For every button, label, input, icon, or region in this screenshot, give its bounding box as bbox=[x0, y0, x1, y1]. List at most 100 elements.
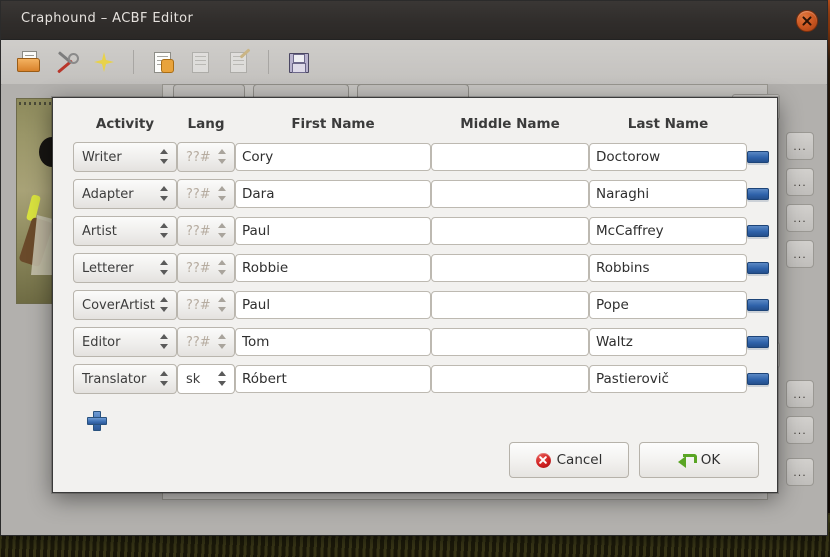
browse-button-1[interactable]: ... bbox=[786, 132, 814, 160]
table-row: Writer ??# bbox=[73, 142, 769, 179]
lang-select[interactable]: ??# bbox=[177, 216, 235, 246]
activity-select[interactable]: Artist bbox=[73, 216, 177, 246]
last-name-input[interactable] bbox=[589, 291, 747, 319]
chevron-updown-icon[interactable] bbox=[218, 223, 227, 241]
middle-name-input[interactable] bbox=[431, 143, 589, 171]
cell-middle-name bbox=[431, 253, 589, 290]
first-name-input[interactable] bbox=[235, 291, 431, 319]
first-name-input[interactable] bbox=[235, 143, 431, 171]
activity-select-value: Translator bbox=[82, 371, 147, 387]
last-name-input[interactable] bbox=[589, 365, 747, 393]
activity-select[interactable]: Letterer bbox=[73, 253, 177, 283]
browse-button-6[interactable]: ... bbox=[786, 416, 814, 444]
activity-select[interactable]: Translator bbox=[73, 364, 177, 394]
table-row: Adapter ??# bbox=[73, 179, 769, 216]
main-toolbar bbox=[1, 40, 827, 85]
cell-activity: Letterer bbox=[73, 253, 177, 290]
tools-icon[interactable] bbox=[51, 47, 81, 77]
browse-button-7[interactable]: ... bbox=[786, 458, 814, 486]
browse-button-3[interactable]: ... bbox=[786, 204, 814, 232]
chevron-updown-icon[interactable] bbox=[160, 260, 169, 278]
cell-middle-name bbox=[431, 364, 589, 401]
activity-select[interactable]: Editor bbox=[73, 327, 177, 357]
lang-select[interactable]: ??# bbox=[177, 290, 235, 320]
first-name-input[interactable] bbox=[235, 254, 431, 282]
open-folder-icon[interactable] bbox=[13, 47, 43, 77]
cell-remove bbox=[747, 253, 769, 290]
page-hand-icon[interactable] bbox=[148, 47, 178, 77]
chevron-updown-icon[interactable] bbox=[160, 149, 169, 167]
close-icon[interactable] bbox=[796, 10, 818, 32]
middle-name-input[interactable] bbox=[431, 254, 589, 282]
remove-row-button[interactable] bbox=[747, 151, 769, 163]
last-name-input[interactable] bbox=[589, 328, 747, 356]
first-name-input[interactable] bbox=[235, 328, 431, 356]
remove-row-button[interactable] bbox=[747, 188, 769, 200]
chevron-updown-icon[interactable] bbox=[218, 334, 227, 352]
cell-last-name bbox=[589, 327, 747, 364]
activity-select[interactable]: CoverArtist bbox=[73, 290, 177, 320]
ok-button[interactable]: OK bbox=[639, 442, 759, 478]
cell-first-name bbox=[235, 179, 431, 216]
chevron-updown-icon[interactable] bbox=[160, 334, 169, 352]
floppy-save-icon[interactable] bbox=[283, 47, 313, 77]
lang-select[interactable]: ??# bbox=[177, 142, 235, 172]
cell-activity: Writer bbox=[73, 142, 177, 179]
activity-select-value: Writer bbox=[82, 149, 122, 165]
middle-name-input[interactable] bbox=[431, 328, 589, 356]
middle-name-input[interactable] bbox=[431, 180, 589, 208]
authors-dialog: Activity Lang First Name Middle Name Las… bbox=[52, 97, 778, 493]
cell-remove bbox=[747, 142, 769, 179]
last-name-input[interactable] bbox=[589, 217, 747, 245]
chevron-updown-icon[interactable] bbox=[218, 149, 227, 167]
middle-name-input[interactable] bbox=[431, 291, 589, 319]
star-icon[interactable] bbox=[89, 47, 119, 77]
activity-select[interactable]: Writer bbox=[73, 142, 177, 172]
browse-button-5[interactable]: ... bbox=[786, 380, 814, 408]
cell-middle-name bbox=[431, 179, 589, 216]
cell-middle-name bbox=[431, 327, 589, 364]
chevron-updown-icon[interactable] bbox=[218, 260, 227, 278]
first-name-input[interactable] bbox=[235, 365, 431, 393]
chevron-updown-icon[interactable] bbox=[218, 186, 227, 204]
activity-select-value: Editor bbox=[82, 334, 121, 350]
first-name-input[interactable] bbox=[235, 217, 431, 245]
remove-row-button[interactable] bbox=[747, 336, 769, 348]
chevron-updown-icon[interactable] bbox=[218, 371, 227, 389]
remove-row-button[interactable] bbox=[747, 225, 769, 237]
lang-select[interactable]: ??# bbox=[177, 253, 235, 283]
ok-button-label: OK bbox=[700, 452, 721, 468]
column-header-middle-name: Middle Name bbox=[460, 116, 560, 132]
cell-first-name bbox=[235, 253, 431, 290]
cell-first-name bbox=[235, 216, 431, 253]
cell-activity: CoverArtist bbox=[73, 290, 177, 327]
lang-select-value: ??# bbox=[186, 223, 211, 239]
browse-button-4[interactable]: ... bbox=[786, 240, 814, 268]
lang-select[interactable]: ??# bbox=[177, 179, 235, 209]
chevron-updown-icon[interactable] bbox=[160, 371, 169, 389]
last-name-input[interactable] bbox=[589, 254, 747, 282]
browse-button-2[interactable]: ... bbox=[786, 168, 814, 196]
cancel-button[interactable]: Cancel bbox=[509, 442, 629, 478]
chevron-updown-icon[interactable] bbox=[218, 297, 227, 315]
cell-last-name bbox=[589, 142, 747, 179]
chevron-updown-icon[interactable] bbox=[160, 223, 169, 241]
chevron-updown-icon[interactable] bbox=[160, 297, 169, 315]
last-name-input[interactable] bbox=[589, 180, 747, 208]
cell-first-name bbox=[235, 364, 431, 401]
lang-select[interactable]: ??# bbox=[177, 327, 235, 357]
remove-row-button[interactable] bbox=[747, 373, 769, 385]
cell-activity: Artist bbox=[73, 216, 177, 253]
middle-name-input[interactable] bbox=[431, 365, 589, 393]
last-name-input[interactable] bbox=[589, 143, 747, 171]
cell-last-name bbox=[589, 216, 747, 253]
chevron-updown-icon[interactable] bbox=[160, 186, 169, 204]
cell-first-name bbox=[235, 290, 431, 327]
first-name-input[interactable] bbox=[235, 180, 431, 208]
remove-row-button[interactable] bbox=[747, 262, 769, 274]
lang-select-value: sk bbox=[186, 371, 201, 387]
middle-name-input[interactable] bbox=[431, 217, 589, 245]
lang-select[interactable]: sk bbox=[177, 364, 235, 394]
activity-select[interactable]: Adapter bbox=[73, 179, 177, 209]
remove-row-button[interactable] bbox=[747, 299, 769, 311]
